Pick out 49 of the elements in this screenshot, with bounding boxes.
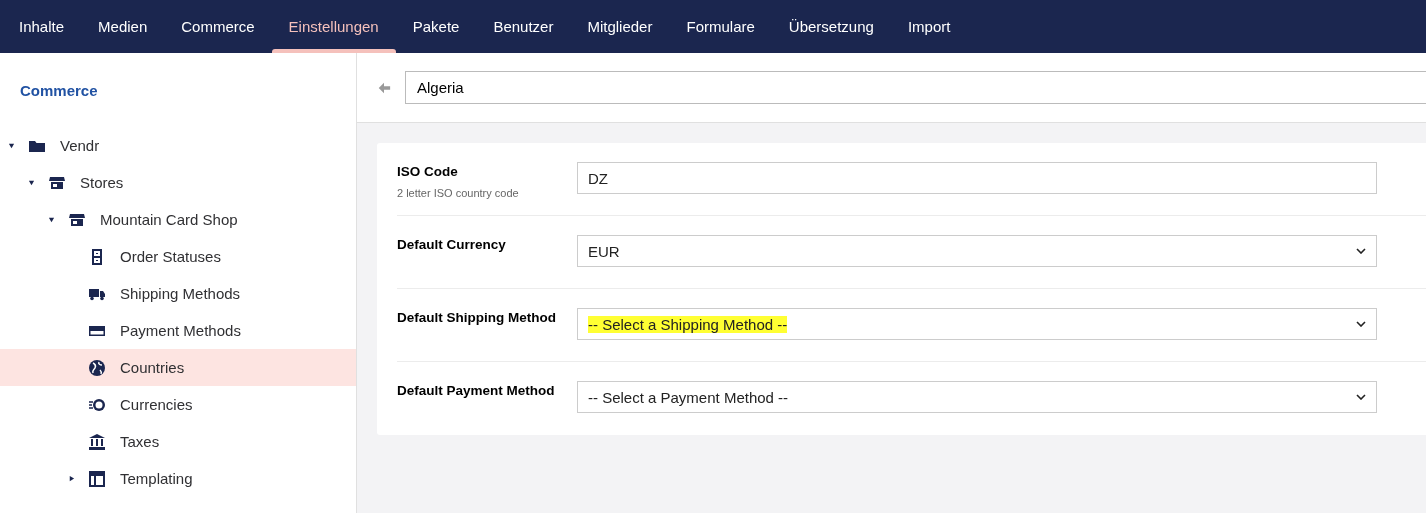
store-icon — [69, 211, 85, 228]
select-value: -- Select a Shipping Method -- — [588, 315, 788, 333]
caret-icon[interactable] — [28, 179, 35, 186]
field-description: 2 letter ISO country code — [397, 187, 520, 199]
nav-tab[interactable]: Inhalte — [2, 0, 82, 53]
nav-tab[interactable]: Formulare — [669, 0, 772, 53]
nav-tab[interactable]: Mitglieder — [570, 0, 670, 53]
field-label: ISO Code — [397, 164, 459, 179]
nav-tab[interactable]: Pakete — [395, 0, 477, 53]
select-field[interactable]: -- Select a Payment Method -- — [577, 381, 1377, 413]
select-value: -- Select a Payment Method -- — [588, 388, 789, 406]
tree-item[interactable]: Countries — [0, 349, 356, 386]
tree-item[interactable]: Vendr — [0, 127, 356, 164]
coin-icon — [89, 396, 105, 413]
select-field[interactable]: -- Select a Shipping Method -- — [577, 308, 1377, 340]
nav-tab[interactable]: Medien — [81, 0, 165, 53]
chevron-down-icon — [1356, 248, 1366, 254]
caret-icon[interactable] — [48, 216, 55, 223]
chevron-down-icon — [1356, 321, 1366, 327]
select-value: EUR — [588, 242, 620, 260]
tree-item[interactable]: Stores — [0, 164, 356, 201]
tree-item[interactable]: Payment Methods — [0, 312, 356, 349]
nav-tab[interactable]: Import — [890, 0, 968, 53]
layout-icon — [89, 470, 105, 487]
field-label: Default Shipping Method — [397, 310, 557, 325]
name-input-field[interactable]: Algeria — [405, 71, 1426, 104]
tree-item[interactable]: Taxes — [0, 423, 356, 460]
tree-item[interactable]: Templating — [0, 460, 356, 497]
chevron-down-icon — [1356, 394, 1366, 400]
cabinet-icon — [89, 248, 105, 265]
tree-item[interactable]: Order Statuses — [0, 238, 356, 275]
text-field[interactable]: DZ — [577, 162, 1377, 194]
tree-item[interactable]: Shipping Methods — [0, 275, 356, 312]
nav-tab[interactable]: Commerce — [164, 0, 272, 53]
store-icon — [49, 174, 65, 191]
tree-item[interactable]: Currencies — [0, 386, 356, 423]
back-arrow-icon[interactable] — [377, 80, 391, 95]
field-label: Default Payment Method — [397, 383, 556, 398]
globe-icon — [89, 359, 105, 376]
tree-item[interactable]: Mountain Card Shop — [0, 201, 356, 238]
nav-tab[interactable]: Einstellungen — [271, 0, 396, 53]
bank-icon — [89, 433, 105, 450]
caret-icon[interactable] — [68, 475, 75, 482]
nav-tab[interactable]: Übersetzung — [771, 0, 891, 53]
section-title[interactable]: Commerce — [20, 81, 98, 99]
select-field[interactable]: EUR — [577, 235, 1377, 267]
caret-icon[interactable] — [8, 142, 15, 149]
field-label: Default Currency — [397, 237, 507, 252]
nav-tab[interactable]: Benutzer — [476, 0, 571, 53]
